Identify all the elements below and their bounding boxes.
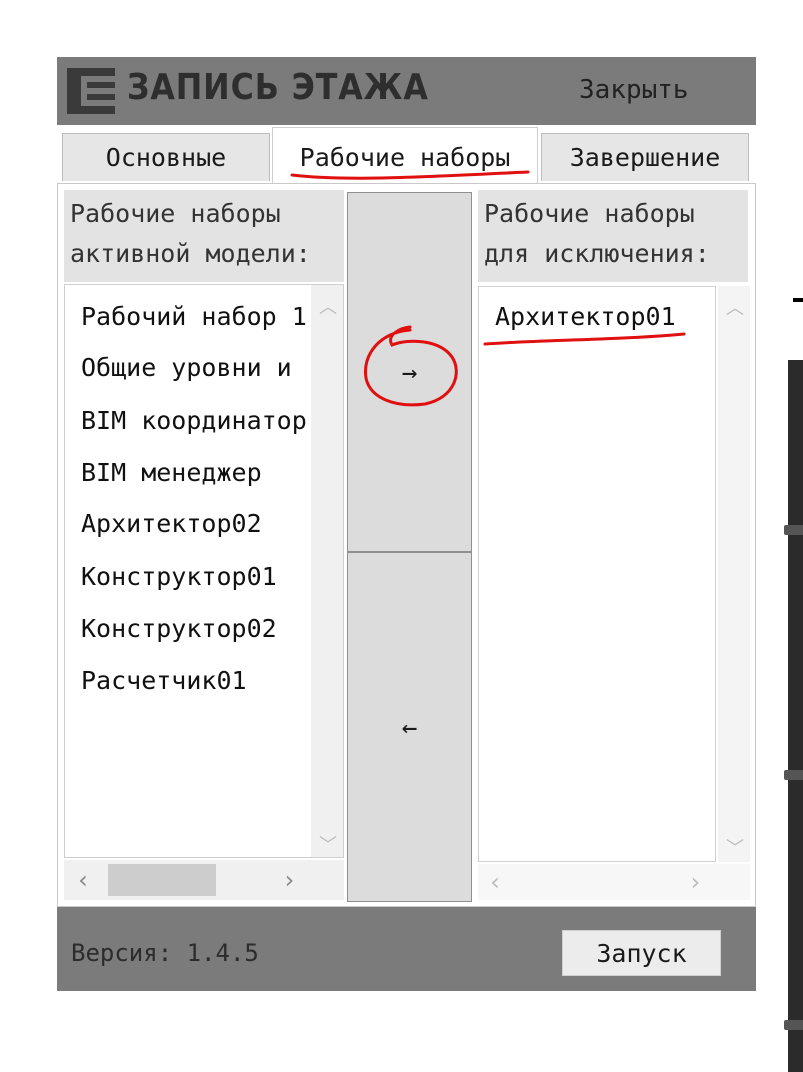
tab-finish[interactable]: Завершение xyxy=(541,133,749,181)
list-item[interactable]: BIM координатор xyxy=(81,406,307,435)
tab-worksets[interactable]: Рабочие наборы xyxy=(272,127,538,183)
list-item[interactable]: Общие уровни и xyxy=(81,353,292,382)
left-header-line1: Рабочие наборы xyxy=(70,199,281,228)
excluded-worksets-list[interactable]: Архитектор01 xyxy=(478,286,716,862)
list-item[interactable]: Расчетчик01 xyxy=(81,666,247,695)
left-vertical-scrollbar[interactable]: ︿ ﹀ xyxy=(311,285,343,857)
scroll-right-arrow[interactable]: › xyxy=(688,868,702,896)
active-model-worksets-list[interactable]: Рабочий набор 1 Общие уровни и BIM коорд… xyxy=(64,284,344,858)
right-vertical-scrollbar[interactable]: ︿ ﹀ xyxy=(718,286,750,862)
dialog-title: ЗАПИСЬ ЭТАЖА xyxy=(127,67,429,108)
scroll-down-arrow[interactable]: ﹀ xyxy=(319,831,337,857)
tab-bar: Основные Рабочие наборы Завершение xyxy=(57,125,756,183)
title-bar: ЗАПИСЬ ЭТАЖА Закрыть xyxy=(57,57,756,125)
tab-main[interactable]: Основные xyxy=(62,133,270,181)
left-horizontal-scrollbar[interactable]: ‹ › xyxy=(64,860,344,900)
list-item[interactable]: Конструктор01 xyxy=(81,562,277,591)
scroll-left-arrow[interactable]: ‹ xyxy=(76,866,90,894)
list-item[interactable]: Конструктор02 xyxy=(81,614,277,643)
list-item[interactable]: Архитектор02 xyxy=(81,509,262,538)
left-header-line2: активной модели: xyxy=(70,239,311,268)
footer-bar: Версия: 1.4.5 Запуск xyxy=(57,907,756,991)
background-beam xyxy=(784,360,803,1072)
version-label: Версия: 1.4.5 xyxy=(71,939,259,967)
right-list-header: Рабочие наборы для исключения: xyxy=(478,190,748,282)
scroll-up-arrow[interactable]: ︿ xyxy=(726,294,744,320)
list-item[interactable]: Архитектор01 xyxy=(495,302,676,331)
add-to-exclusion-button[interactable]: → xyxy=(347,192,472,552)
launch-button[interactable]: Запуск xyxy=(562,930,721,976)
beam-notch xyxy=(784,770,803,780)
floor-record-dialog: ЗАПИСЬ ЭТАЖА Закрыть Основные Рабочие на… xyxy=(57,57,756,991)
worksets-content: Рабочие наборы активной модели: Рабочий … xyxy=(57,183,756,907)
scroll-right-arrow[interactable]: › xyxy=(282,866,296,894)
horizontal-scroll-thumb[interactable] xyxy=(108,864,216,896)
list-item[interactable]: Рабочий набор 1 xyxy=(81,302,307,331)
app-logo-icon xyxy=(67,68,115,114)
beam-notch xyxy=(784,525,803,535)
right-horizontal-scrollbar[interactable]: ‹ › xyxy=(478,864,750,900)
remove-from-exclusion-button[interactable]: ← xyxy=(347,552,472,902)
right-header-line1: Рабочие наборы xyxy=(484,199,695,228)
scroll-up-arrow[interactable]: ︿ xyxy=(319,293,337,319)
left-list-header: Рабочие наборы активной модели: xyxy=(64,190,344,282)
scroll-left-arrow[interactable]: ‹ xyxy=(488,868,502,896)
close-button[interactable]: Закрыть xyxy=(579,75,689,105)
background-corner-mark xyxy=(793,298,803,302)
scroll-down-arrow[interactable]: ﹀ xyxy=(726,834,744,860)
beam-notch xyxy=(784,1020,803,1030)
right-header-line2: для исключения: xyxy=(484,239,710,268)
list-item[interactable]: BIM менеджер xyxy=(81,458,262,487)
